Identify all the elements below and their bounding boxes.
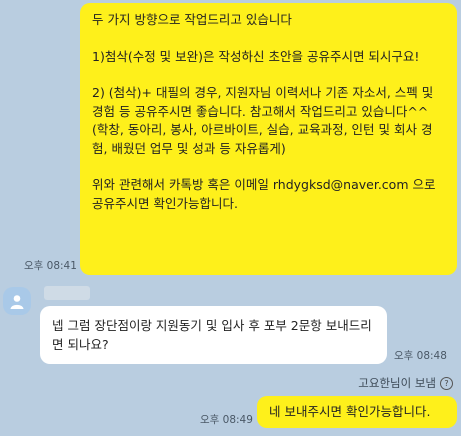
message-paragraph: 2) (첨삭)+ 대필의 경우, 지원자님 이력서나 기존 자소서, 스펙 및 … xyxy=(92,85,434,156)
person-icon xyxy=(10,295,24,309)
sender-name-blurred xyxy=(44,286,90,300)
sender-notice-text: 고요한님이 보냄 xyxy=(358,376,436,390)
incoming-message-bubble[interactable]: 넵 그럼 장단점이랑 지원동기 및 입사 후 포부 2문항 보내드리면 되나요? xyxy=(40,306,387,364)
outgoing-message-bubble[interactable]: 네 보내주시면 확인가능합니다. xyxy=(257,396,457,428)
message-time: 오후 08:48 xyxy=(394,350,447,362)
message-text: 넵 그럼 장단점이랑 지원동기 및 입사 후 포부 2문항 보내드리면 되나요? xyxy=(52,318,372,352)
question-circle-icon[interactable]: ? xyxy=(440,376,453,390)
message-text: 네 보내주시면 확인가능합니다. xyxy=(269,404,431,419)
message-time: 오후 08:41 xyxy=(24,260,77,272)
sender-notice: 고요한님이 보냄 ? xyxy=(358,375,453,391)
avatar[interactable] xyxy=(3,287,31,315)
message-paragraph: 위와 관련해서 카톡방 혹은 이메일 rhdygksd@naver.com 으로… xyxy=(92,177,440,211)
message-time: 오후 08:49 xyxy=(200,414,253,426)
outgoing-message-bubble[interactable]: 두 가지 방향으로 작업드리고 있습니다 1)첨삭(수정 및 보완)은 작성하신… xyxy=(80,3,457,275)
message-paragraph: 1)첨삭(수정 및 보완)은 작성하신 초안을 공유주시면 되시구요! xyxy=(92,48,420,64)
message-paragraph: 두 가지 방향으로 작업드리고 있습니다 xyxy=(92,12,292,27)
